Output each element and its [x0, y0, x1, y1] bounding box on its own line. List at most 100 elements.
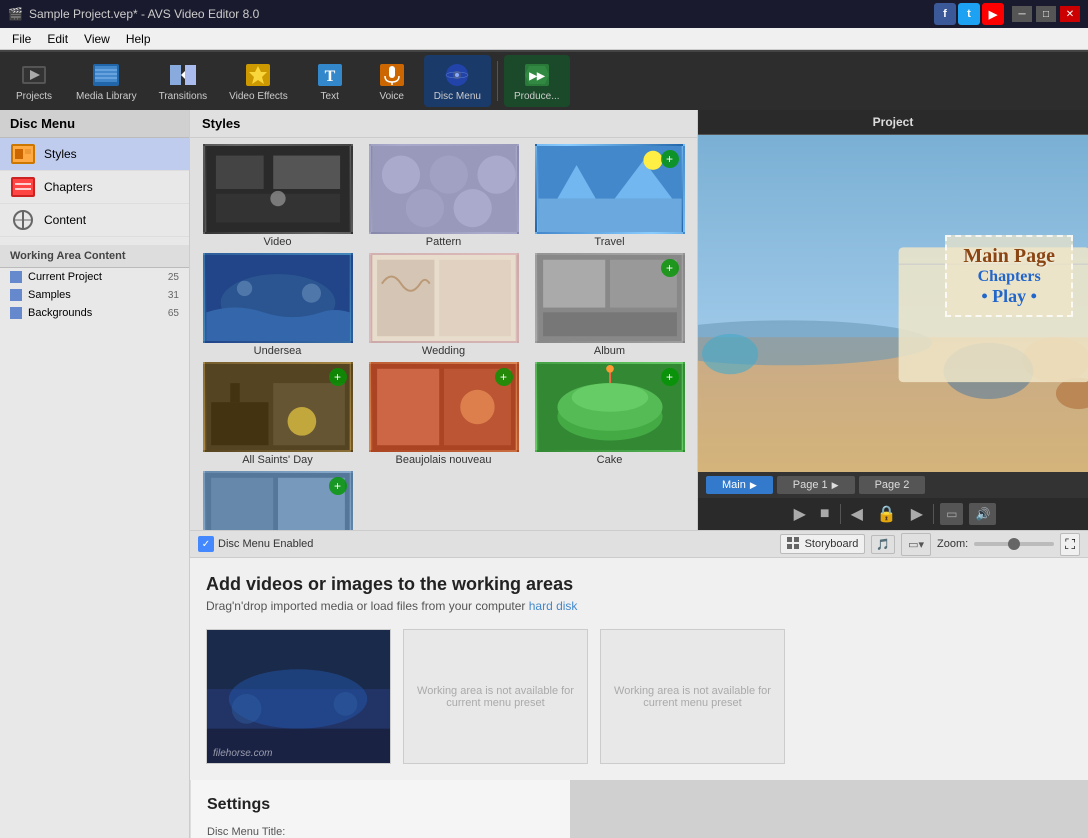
current-project-item[interactable]: Current Project 25 — [0, 268, 189, 286]
bottom-heading: Add videos or images to the working area… — [206, 574, 1072, 595]
menu-view[interactable]: View — [76, 30, 118, 48]
toolbar-disc-menu[interactable]: Disc Menu — [424, 55, 491, 107]
expand-button[interactable]: ⛶ — [1060, 533, 1080, 556]
work-cell-3: Working area is not available for curren… — [600, 629, 785, 764]
twitter-icon[interactable]: t — [958, 3, 980, 25]
style-thumb-undersea — [203, 253, 353, 343]
style-item-saints[interactable]: + All Saints' Day — [196, 362, 359, 468]
close-button[interactable]: ✕ — [1060, 6, 1080, 22]
prev-frame-button[interactable]: ◀ — [847, 502, 867, 526]
styles-button[interactable]: Styles — [0, 138, 189, 171]
menu-file[interactable]: File — [4, 30, 39, 48]
disc-menu-enabled: ✓ Disc Menu Enabled — [198, 536, 313, 552]
style-item-cake[interactable]: + Cake — [528, 362, 691, 468]
produce-label: Produce... — [514, 91, 560, 102]
play-button[interactable]: ▶ — [790, 502, 810, 526]
volume-button[interactable]: 🔊 — [969, 503, 996, 525]
disc-enabled-check-icon: ✓ — [198, 536, 214, 552]
nav-page-main[interactable]: Main ▶ — [706, 476, 773, 494]
style-thumb-cake: + — [535, 362, 685, 452]
toolbar-voice[interactable]: Voice — [362, 55, 422, 107]
layout-button[interactable]: ▭▾ — [901, 533, 931, 556]
backgrounds-label: Backgrounds — [28, 307, 92, 319]
samples-label: Samples — [28, 289, 71, 301]
disc-menu-title: Disc Menu — [0, 110, 189, 138]
style-item-video[interactable]: Video — [196, 144, 359, 250]
style-item-undersea[interactable]: Undersea — [196, 253, 359, 359]
style-label-wedding: Wedding — [422, 343, 465, 359]
style-item-wedding[interactable]: Wedding — [362, 253, 525, 359]
video-effects-label: Video Effects — [229, 91, 288, 102]
next-frame-button[interactable]: ▶ — [907, 502, 927, 526]
facebook-icon[interactable]: f — [934, 3, 956, 25]
playback-bar: ▶ ■ ◀ 🔒 ▶ ▭ 🔊 — [698, 498, 1088, 530]
toolbar-produce[interactable]: ▶▶ Produce... — [504, 55, 570, 107]
disc-menu-title-field: Disc Menu Title: — [207, 826, 554, 838]
beaujolais-plus-icon: + — [495, 368, 513, 386]
lock-button[interactable]: 🔒 — [873, 502, 901, 526]
style-item-album[interactable]: + Album — [528, 253, 691, 359]
bottom-subtext-main: Drag'n'drop imported media or load files… — [206, 599, 529, 613]
projects-icon — [19, 61, 49, 89]
stop-button[interactable]: ■ — [816, 503, 834, 525]
menu-play-preview: • Play • — [963, 286, 1055, 307]
video-effects-icon — [243, 61, 273, 89]
content-button[interactable]: Content — [0, 204, 189, 237]
settings-title: Settings — [207, 796, 554, 814]
music-button[interactable]: 🎵 — [871, 535, 895, 554]
restore-button[interactable]: □ — [1036, 6, 1056, 22]
voice-label: Voice — [379, 91, 403, 102]
toolbar-projects[interactable]: Projects — [4, 55, 64, 107]
style-label-beaujolais: Beaujolais nouveau — [395, 452, 491, 468]
transitions-icon — [168, 61, 198, 89]
menu-edit[interactable]: Edit — [39, 30, 76, 48]
backgrounds-item[interactable]: Backgrounds 65 — [0, 304, 189, 322]
media-library-icon — [91, 61, 121, 89]
chapters-icon — [10, 176, 36, 198]
toolbar-separator — [497, 61, 498, 101]
left-panel: Disc Menu Styles Chapters Content Wor — [0, 110, 190, 838]
styles-icon — [10, 143, 36, 165]
style-item-travel[interactable]: + Travel — [528, 144, 691, 250]
samples-icon — [10, 289, 22, 301]
minimize-button[interactable]: ─ — [1012, 6, 1032, 22]
pb-separator-1 — [840, 504, 841, 524]
chapters-label: Chapters — [44, 180, 93, 194]
menubar: File Edit View Help — [0, 28, 1088, 50]
social-links: f t ▶ — [934, 3, 1004, 25]
style-item-beaujolais[interactable]: + Beaujolais nouveau — [362, 362, 525, 468]
nav-page-2[interactable]: Page 2 — [859, 476, 926, 494]
nav-page-1[interactable]: Page 1 ▶ — [777, 476, 855, 494]
style-item-pattern[interactable]: Pattern — [362, 144, 525, 250]
toolbar-text[interactable]: T Text — [300, 55, 360, 107]
toolbar-media-library[interactable]: Media Library — [66, 55, 147, 107]
storyboard-button[interactable]: Storyboard — [780, 534, 866, 554]
style-label-pattern: Pattern — [426, 234, 461, 250]
right-controls: Storyboard 🎵 ▭▾ Zoom: ⛶ — [780, 533, 1080, 556]
style-thumb-more1: + — [203, 471, 353, 530]
toolbar-video-effects[interactable]: Video Effects — [219, 55, 298, 107]
app-container: 🎬 Sample Project.vep* - AVS Video Editor… — [0, 0, 1088, 838]
produce-icon: ▶▶ — [522, 61, 552, 89]
work-cell-1[interactable]: filehorse.com — [206, 629, 391, 764]
youtube-icon[interactable]: ▶ — [982, 3, 1004, 25]
style-label-video: Video — [264, 234, 292, 250]
nav-page-1-label: Page 1 — [793, 479, 828, 491]
menu-help[interactable]: Help — [118, 30, 159, 48]
chapters-button[interactable]: Chapters — [0, 171, 189, 204]
more1-plus-icon: + — [329, 477, 347, 495]
toolbar-transitions[interactable]: Transitions — [149, 55, 218, 107]
styles-panel: Styles Video — [190, 110, 698, 530]
style-label-undersea: Undersea — [254, 343, 302, 359]
styles-grid-container[interactable]: Video Pattern — [190, 138, 697, 530]
samples-item[interactable]: Samples 31 — [0, 286, 189, 304]
style-label-travel: Travel — [594, 234, 624, 250]
style-item-more1[interactable]: + — [196, 471, 359, 530]
disc-menu-title-label: Disc Menu Title: — [207, 826, 554, 838]
hard-disk-link[interactable]: hard disk — [529, 599, 578, 613]
cake-plus-icon: + — [661, 368, 679, 386]
pb-separator-2 — [933, 504, 934, 524]
zoom-slider[interactable] — [974, 542, 1054, 546]
aspect-ratio-button[interactable]: ▭ — [940, 503, 963, 525]
toolbar: Projects Media Library Transitions Video… — [0, 50, 1088, 110]
